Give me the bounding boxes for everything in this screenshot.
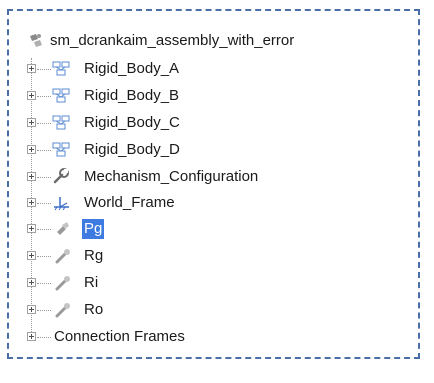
expand-icon[interactable] (27, 145, 36, 154)
tree-item-world-frame[interactable]: World_Frame (0, 191, 420, 215)
tree-item-label: Mechanism_Configuration (84, 168, 259, 185)
tree-dots (37, 123, 51, 125)
expand-icon[interactable] (27, 278, 36, 287)
tree-dots (37, 96, 51, 98)
revolute-joint-icon (55, 249, 70, 264)
tree-item-pg[interactable]: Pg (0, 217, 420, 241)
tree-item-connection-frames[interactable]: Connection Frames (0, 325, 420, 349)
expand-icon[interactable] (27, 64, 36, 73)
wrench-icon (53, 168, 69, 184)
expand-icon[interactable] (27, 172, 36, 181)
tree-item-rigid-body-a[interactable]: Rigid_Body_A (0, 57, 420, 81)
tree-item-rigid-body-c[interactable]: Rigid_Body_C (0, 111, 420, 135)
tree-dots (37, 283, 51, 285)
tree-dots (37, 69, 51, 71)
tree-item-ri[interactable]: Ri (0, 271, 420, 295)
tree-root-row[interactable]: sm_dcrankaim_assembly_with_error (0, 29, 420, 53)
tree-item-label: Ri (84, 274, 99, 291)
tree-root-label: sm_dcrankaim_assembly_with_error (50, 32, 295, 49)
tree-item-rigid-body-b[interactable]: Rigid_Body_B (0, 84, 420, 108)
model-assembly-icon (30, 34, 42, 47)
tree-item-label: Rigid_Body_B (84, 87, 180, 104)
tree-item-label: Ro (84, 301, 104, 318)
tree-item-mechanism-configuration[interactable]: Mechanism_Configuration (0, 165, 420, 189)
revolute-joint-icon (55, 276, 70, 291)
model-tree: sm_dcrankaim_assembly_with_error Rigid_B… (0, 0, 434, 383)
planar-joint-icon (57, 222, 69, 235)
tree-item-label: Pg (82, 219, 105, 239)
expand-icon[interactable] (27, 332, 36, 341)
tree-item-label: Rigid_Body_D (84, 141, 180, 158)
tree-item-label: Rigid_Body_C (84, 114, 180, 131)
rigid-body-icon (52, 142, 70, 157)
tree-dots (37, 310, 51, 312)
revolute-joint-icon (55, 303, 70, 318)
tree-dots (37, 256, 51, 258)
expand-icon[interactable] (27, 305, 36, 314)
tree-dots (37, 177, 51, 179)
expand-icon[interactable] (27, 198, 36, 207)
tree-dots (37, 203, 51, 205)
tree-dots (37, 337, 51, 339)
tree-dots (37, 150, 51, 152)
tree-item-label: Rg (84, 247, 104, 264)
tree-item-label: World_Frame (84, 194, 175, 211)
rigid-body-icon (52, 88, 70, 103)
expand-icon[interactable] (27, 118, 36, 127)
tree-item-label: Rigid_Body_A (84, 60, 180, 77)
expand-icon[interactable] (27, 251, 36, 260)
rigid-body-icon (52, 115, 70, 130)
tree-item-ro[interactable]: Ro (0, 298, 420, 322)
tree-item-label: Connection Frames (54, 328, 185, 345)
expand-icon[interactable] (27, 91, 36, 100)
expand-icon[interactable] (27, 224, 36, 233)
rigid-body-icon (52, 61, 70, 76)
tree-dots (37, 229, 51, 231)
tree-item-rigid-body-d[interactable]: Rigid_Body_D (0, 138, 420, 162)
tree-item-rg[interactable]: Rg (0, 244, 420, 268)
world-frame-icon (54, 197, 69, 211)
